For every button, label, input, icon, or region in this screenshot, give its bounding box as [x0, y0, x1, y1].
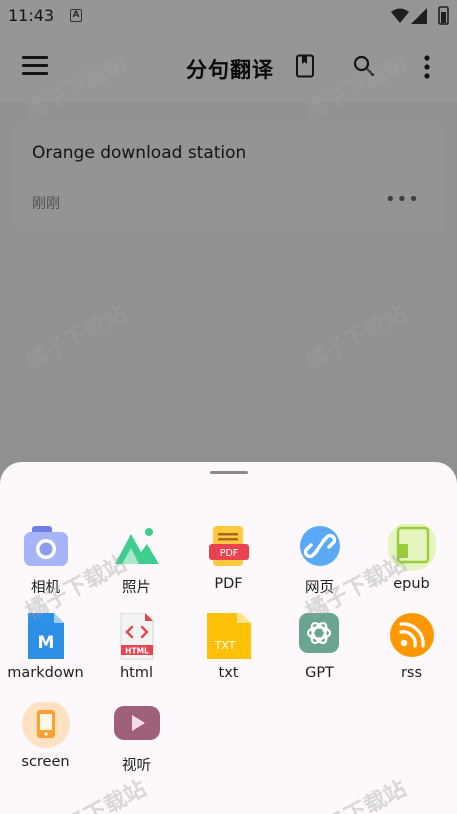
markdown-icon: M [28, 613, 64, 659]
import-rss[interactable]: rss [366, 613, 457, 697]
photo-icon [115, 528, 159, 564]
pdf-icon: PDF [209, 526, 249, 566]
html-icon: HTML [120, 613, 154, 660]
import-gpt[interactable]: GPT [274, 613, 365, 697]
import-markdown[interactable]: M markdown [0, 613, 91, 697]
camera-icon [24, 526, 68, 566]
import-label: 相机 [31, 580, 60, 596]
import-pdf[interactable]: PDF PDF [183, 524, 274, 608]
import-label: PDF [214, 576, 243, 592]
svg-text:TXT: TXT [214, 639, 236, 652]
video-icon [114, 706, 160, 740]
txt-icon: TXT [207, 613, 251, 659]
import-label: epub [393, 576, 430, 592]
import-screen[interactable]: screen [0, 702, 91, 786]
svg-text:PDF: PDF [220, 548, 239, 559]
drag-handle[interactable] [210, 471, 248, 474]
import-label: txt [218, 665, 239, 681]
screen-icon [22, 702, 70, 748]
import-label: 网页 [305, 580, 334, 596]
import-webpage[interactable]: 网页 [274, 524, 365, 608]
epub-icon [388, 524, 436, 571]
import-txt[interactable]: TXT txt [183, 613, 274, 697]
import-label: screen [21, 754, 70, 770]
import-label: 视听 [122, 758, 151, 774]
import-label: markdown [7, 665, 84, 681]
import-bottom-sheet: 相机 照片 PDF PDF 网页 epub M markdown HTML ht… [0, 462, 457, 814]
import-epub[interactable]: epub [366, 524, 457, 608]
import-label: rss [400, 665, 423, 681]
import-camera[interactable]: 相机 [0, 524, 91, 608]
import-html[interactable]: HTML html [91, 613, 182, 697]
import-video[interactable]: 视听 [91, 702, 182, 786]
svg-text:M: M [38, 633, 55, 653]
svg-text:HTML: HTML [125, 647, 149, 656]
openai-icon [299, 613, 339, 653]
import-label: GPT [305, 665, 334, 681]
rss-icon [390, 613, 434, 657]
import-label: html [119, 665, 154, 681]
import-photo[interactable]: 照片 [91, 524, 182, 608]
link-icon [300, 526, 340, 566]
import-label: 照片 [122, 580, 151, 596]
